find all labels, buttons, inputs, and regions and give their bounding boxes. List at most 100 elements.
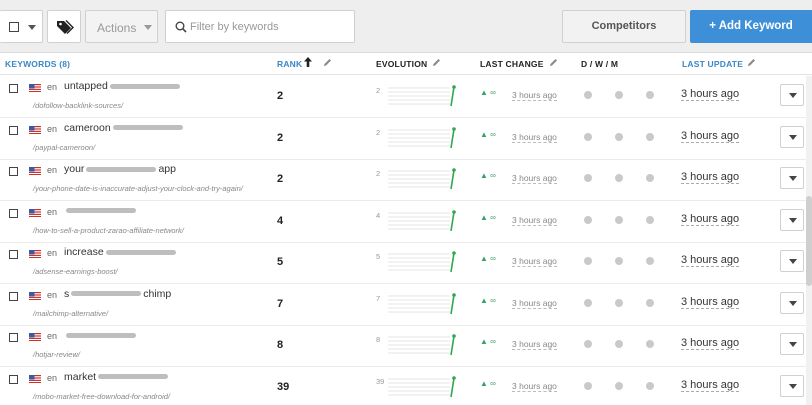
add-keyword-button[interactable]: + Add Keyword (690, 10, 812, 43)
edit-pencil-icon[interactable] (432, 58, 441, 67)
evolution-value: 39 (376, 376, 385, 386)
row-checkbox[interactable] (9, 167, 18, 176)
evolution-value: 7 (376, 293, 381, 303)
last-change-time[interactable]: 3 hours ago (512, 256, 557, 267)
last-change-indicator: ▲ ∞ (480, 295, 496, 305)
week-status-dot (615, 174, 623, 182)
us-flag-icon (29, 333, 41, 341)
us-flag-icon (29, 291, 41, 300)
row-checkbox[interactable] (9, 250, 18, 259)
chevron-down-icon (28, 25, 36, 30)
language-code: en (47, 372, 58, 383)
redacted-keyword (66, 208, 136, 214)
last-change-time[interactable]: 3 hours ago (512, 381, 557, 392)
last-update-time[interactable]: 3 hours ago (681, 213, 740, 226)
last-update-time[interactable]: 3 hours ago (681, 254, 740, 267)
select-all-dropdown[interactable] (0, 10, 43, 43)
tag-button[interactable] (47, 10, 81, 43)
week-status-dot (615, 132, 623, 141)
row-checkbox[interactable] (9, 208, 18, 218)
rank-value: 4 (277, 214, 284, 227)
last-update-time[interactable]: 3 hours ago (681, 296, 740, 309)
last-update-time[interactable]: 3 hours ago (681, 379, 740, 392)
row-actions-dropdown[interactable] (780, 84, 804, 106)
competitors-button[interactable]: Competitors (562, 10, 686, 43)
row-actions-dropdown[interactable] (780, 374, 804, 397)
row-actions-dropdown[interactable] (780, 250, 804, 272)
last-update-time[interactable]: 3 hours ago (681, 88, 740, 101)
keyword-url[interactable]: /mobo-market-free-download-for-android/ (33, 392, 170, 401)
us-flag-icon (29, 125, 41, 134)
keyword-url[interactable]: /your-phone-date-is-inaccurate-adjust-yo… (33, 184, 243, 193)
keyword-url[interactable]: /mailchimp-alternative/ (33, 309, 108, 318)
evolution-sparkline[interactable] (388, 209, 460, 233)
column-last-update[interactable]: LAST UPDATE (682, 59, 743, 69)
last-change-time[interactable]: 3 hours ago (512, 215, 557, 226)
scrollbar[interactable] (806, 76, 812, 405)
last-update-time[interactable]: 3 hours ago (681, 337, 740, 350)
row-actions-dropdown[interactable] (780, 333, 804, 355)
row-checkbox[interactable] (9, 84, 18, 93)
month-status-dot (646, 132, 654, 141)
keyword-visible: increase (64, 246, 104, 258)
month-status-dot (646, 298, 654, 307)
column-rank[interactable]: RANK (277, 59, 302, 69)
last-change-time[interactable]: 3 hours ago (512, 90, 557, 101)
keyword-url[interactable]: /paypal-cameroon/ (33, 143, 95, 152)
rank-value: 5 (277, 256, 284, 268)
last-change-time[interactable]: 3 hours ago (512, 132, 557, 143)
last-change-indicator: ▲ ∞ (480, 129, 496, 139)
row-checkbox[interactable] (9, 125, 18, 135)
keyword-tail: chimp (143, 287, 172, 300)
keyword-text: s chimp (64, 288, 171, 300)
row-checkbox[interactable] (9, 291, 18, 301)
rank-value: 2 (277, 90, 284, 102)
row-checkbox[interactable] (9, 374, 18, 384)
us-flag-icon (29, 208, 41, 217)
column-keywords[interactable]: KEYWORDS (8) (5, 59, 70, 69)
keyword-url[interactable]: /adsense-earnings-boost/ (33, 267, 118, 276)
last-change-time[interactable]: 3 hours ago (512, 298, 557, 309)
keyword-visible: cameroon (64, 121, 111, 134)
keyword-text: cameroon (64, 122, 185, 134)
edit-pencil-icon[interactable] (323, 58, 332, 67)
select-all-checkbox[interactable] (9, 22, 19, 32)
edit-pencil-icon[interactable] (549, 58, 558, 67)
table-row: en/how-to-sell-a-product-zarao-affiliate… (0, 201, 812, 243)
evolution-sparkline[interactable] (388, 333, 460, 357)
row-checkbox[interactable] (9, 333, 18, 342)
row-actions-dropdown[interactable] (780, 291, 804, 314)
keyword-url[interactable]: /how-to-sell-a-product-zarao-affiliate-n… (33, 226, 184, 235)
search-box[interactable] (165, 10, 355, 43)
evolution-sparkline[interactable] (388, 375, 460, 399)
toolbar: Actions Competitors + Add Keyword (0, 0, 812, 53)
add-keyword-label: Add Keyword (718, 20, 793, 32)
search-input[interactable] (190, 17, 350, 37)
redacted-keyword (86, 166, 157, 172)
evolution-sparkline[interactable] (388, 84, 460, 108)
language-code: en (47, 289, 58, 300)
keyword-url[interactable]: /hotjar-review/ (33, 350, 80, 359)
evolution-sparkline[interactable] (388, 250, 460, 274)
us-flag-icon (29, 167, 41, 175)
evolution-sparkline[interactable] (388, 292, 460, 316)
row-actions-dropdown[interactable] (780, 208, 804, 231)
keyword-url[interactable]: /dofollow-backlink-sources/ (33, 101, 123, 110)
actions-dropdown[interactable]: Actions (85, 10, 158, 43)
last-change-time[interactable]: 3 hours ago (512, 173, 557, 184)
scrollbar-thumb[interactable] (806, 196, 812, 286)
row-actions-dropdown[interactable] (780, 167, 804, 189)
table-row: en market/mobo-market-free-download-for-a… (0, 367, 812, 405)
last-update-time[interactable]: 3 hours ago (681, 171, 740, 184)
sort-up-icon[interactable] (304, 57, 312, 67)
edit-pencil-icon[interactable] (747, 58, 756, 67)
keyword-text: market (64, 371, 170, 383)
language-code: en (47, 165, 58, 175)
row-actions-dropdown[interactable] (780, 125, 804, 148)
last-update-time[interactable]: 3 hours ago (681, 130, 740, 143)
keyword-visible: your (64, 163, 85, 175)
last-change-time[interactable]: 3 hours ago (512, 339, 557, 350)
last-change-indicator: ▲ ∞ (480, 88, 496, 97)
evolution-sparkline[interactable] (388, 167, 460, 191)
evolution-sparkline[interactable] (388, 126, 460, 150)
